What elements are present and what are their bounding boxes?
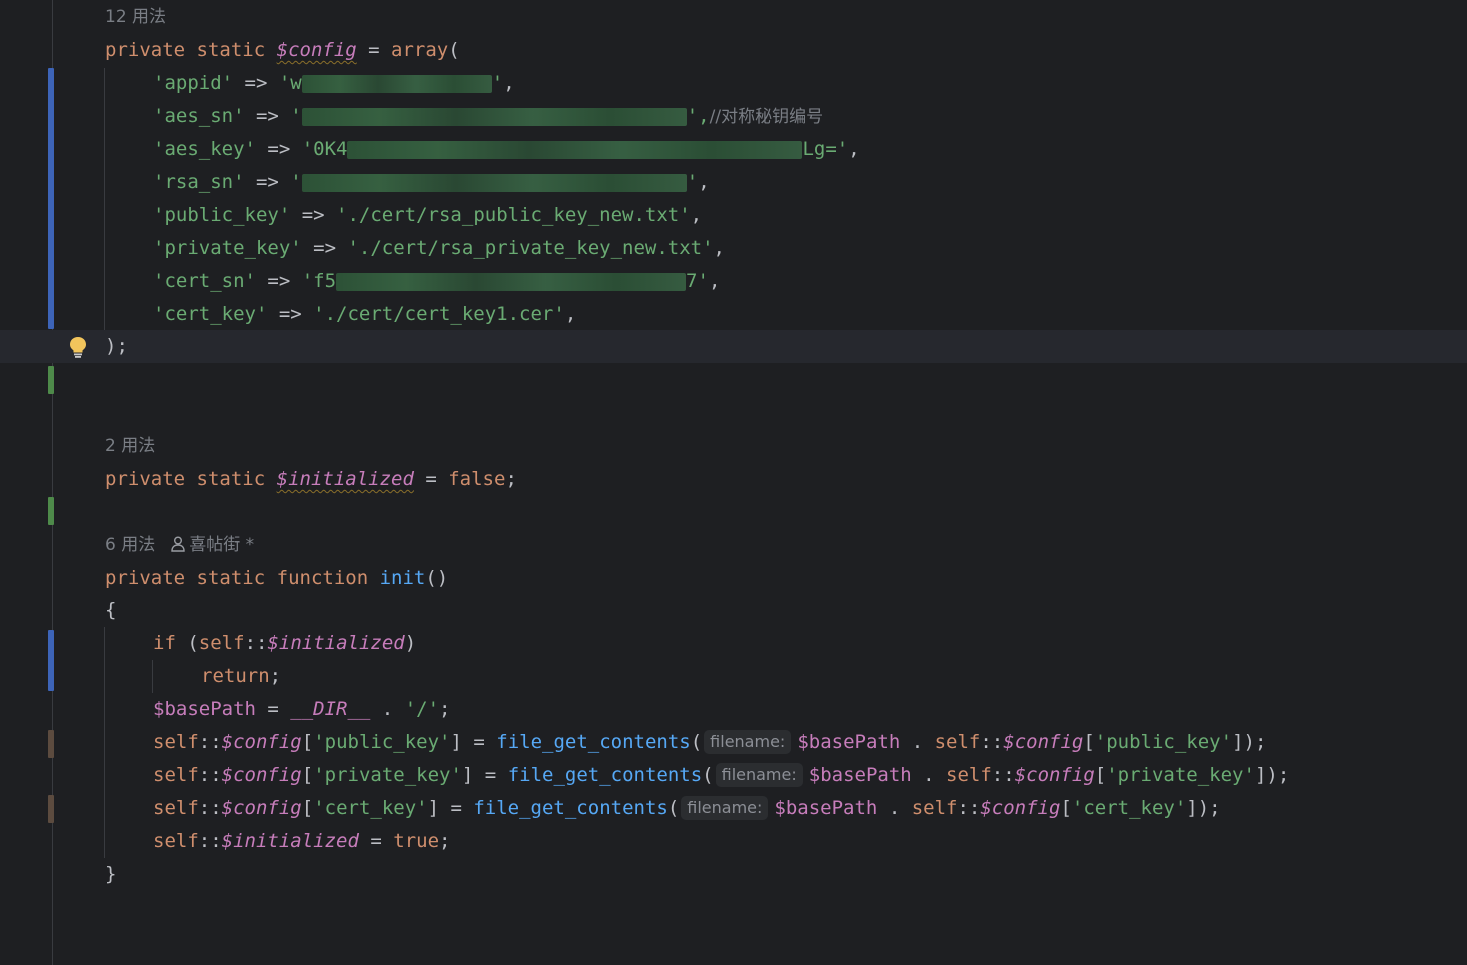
code-line[interactable]: if (self::$initialized) [153,627,416,660]
indent-guide [104,627,105,858]
code-line[interactable]: 'rsa_sn' => ' ', [153,166,710,199]
change-marker-modified[interactable] [48,630,54,691]
redacted-value [301,107,687,126]
code-line[interactable]: 'cert_sn' => 'f5 7', [153,265,720,298]
code-line[interactable]: self::$config['public_key'] = file_get_c… [153,726,1266,759]
code-line[interactable]: 'aes_key' => '0K4 Lg=', [153,133,860,166]
change-marker-other[interactable] [48,795,54,823]
code-editor[interactable]: 12 用法 private static $config = array( 'a… [0,0,1467,965]
code-line[interactable]: self::$config['cert_key'] = file_get_con… [153,792,1221,825]
code-line[interactable]: $basePath = __DIR__ . '/'; [153,693,450,726]
usage-hint-initialized[interactable]: 2 用法 [105,430,155,463]
indent-guide [152,660,153,693]
user-icon [171,536,185,552]
code-line[interactable]: return; [201,660,281,693]
redacted-value [301,173,687,192]
change-marker-added[interactable] [48,366,54,394]
code-line[interactable]: 'appid' => 'w ', [153,67,515,100]
parameter-hint: filename: [681,796,769,820]
redacted-value [336,272,687,291]
code-author[interactable]: 喜帖街 * [171,535,254,555]
code-line[interactable]: } [105,858,116,891]
usage-hint-init[interactable]: 6 用法 喜帖街 * [105,529,254,562]
code-line[interactable]: self::$config['private_key'] = file_get_… [153,759,1289,792]
code-line[interactable]: private static $initialized = false; [105,463,517,496]
redacted-value [347,140,803,159]
code-line[interactable]: private static $config = array( [105,34,460,67]
code-line[interactable]: 'private_key' => './cert/rsa_private_key… [153,232,725,265]
code-line[interactable]: private static function init() [105,562,448,595]
code-line[interactable]: 'cert_key' => './cert/cert_key1.cer', [153,298,576,331]
usage-hint-config[interactable]: 12 用法 [105,1,166,34]
code-line[interactable]: 'public_key' => './cert/rsa_public_key_n… [153,199,702,232]
indent-guide [104,68,105,330]
parameter-hint: filename: [704,730,792,754]
lightbulb-icon[interactable] [68,336,88,358]
change-marker-added[interactable] [48,497,54,525]
code-line[interactable]: ); [105,330,128,363]
code-line[interactable]: 'aes_sn' => ' ',//对称秘钥编号 [153,100,823,133]
parameter-hint: filename: [715,763,803,787]
change-marker-other[interactable] [48,730,54,758]
code-line[interactable]: { [105,594,116,627]
change-marker-modified[interactable] [48,68,54,329]
redacted-value [301,74,492,93]
code-line[interactable]: self::$initialized = true; [153,825,450,858]
current-line-highlight [0,330,1467,363]
